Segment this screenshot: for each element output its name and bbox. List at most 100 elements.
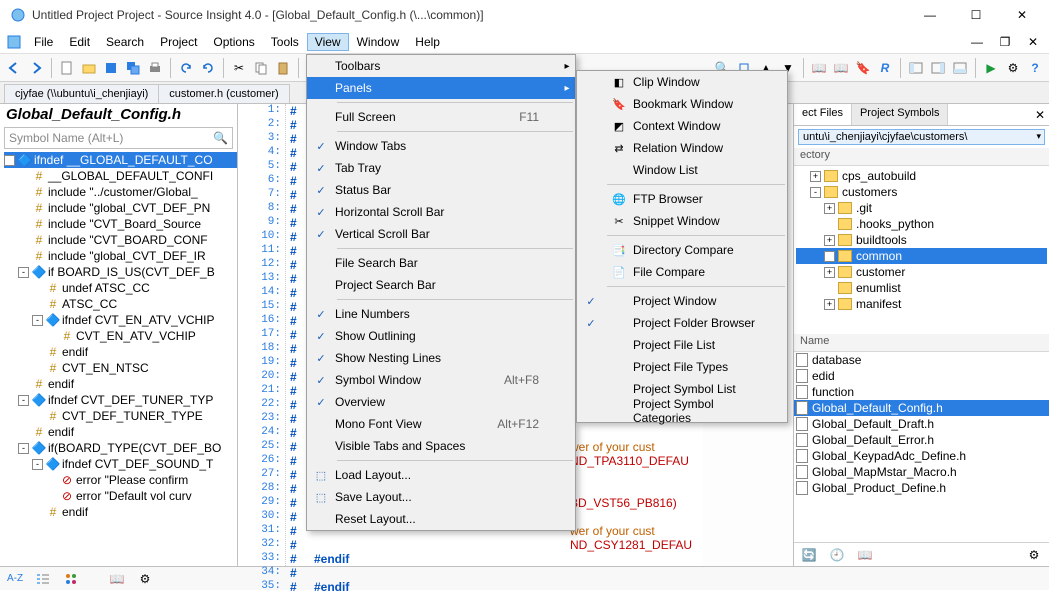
open-file-icon[interactable]: [79, 58, 99, 78]
symbol-tree-item[interactable]: -🔷ifndef CVT_DEF_SOUND_T: [4, 456, 237, 472]
file-name-column-header[interactable]: Name: [794, 334, 1049, 352]
menu-window[interactable]: Window: [349, 33, 408, 51]
tool-relation-icon[interactable]: R: [875, 58, 895, 78]
menu-item[interactable]: ⬚Load Layout...: [307, 464, 575, 486]
file-list-item[interactable]: Global_Product_Define.h: [794, 480, 1049, 496]
tree-toggle-icon[interactable]: -: [32, 315, 43, 326]
gear-icon[interactable]: ⚙: [136, 570, 154, 588]
menu-item[interactable]: Visible Tabs and Spaces: [307, 435, 575, 457]
tab-customer-h[interactable]: customer.h (customer): [158, 84, 289, 103]
paste-icon[interactable]: [273, 58, 293, 78]
file-list-item[interactable]: database: [794, 352, 1049, 368]
symbol-tree-item[interactable]: #undef ATSC_CC: [4, 280, 237, 296]
nav-back-icon[interactable]: [4, 58, 24, 78]
file-list-item[interactable]: Global_KeypadAdc_Define.h: [794, 448, 1049, 464]
menu-item[interactable]: ◩Context Window: [577, 115, 787, 137]
tree-toggle-icon[interactable]: +: [824, 251, 835, 262]
directory-tree-item[interactable]: +manifest: [796, 296, 1047, 312]
menu-item[interactable]: 🔖Bookmark Window: [577, 93, 787, 115]
copy-icon[interactable]: [251, 58, 271, 78]
save-icon[interactable]: [101, 58, 121, 78]
mdi-restore-button[interactable]: ❐: [991, 32, 1019, 52]
symbol-tree-item[interactable]: -🔷if BOARD_IS_US(CVT_DEF_B: [4, 264, 237, 280]
maximize-button[interactable]: ☐: [953, 0, 999, 30]
menu-item[interactable]: ✓Horizontal Scroll Bar: [307, 201, 575, 223]
symbol-tree-item[interactable]: -🔷ifndef CVT_EN_ATV_VCHIP: [4, 312, 237, 328]
tool-help-icon[interactable]: ?: [1025, 58, 1045, 78]
sort-az-button[interactable]: A-Z: [6, 570, 24, 588]
menu-item[interactable]: ⇄Relation Window: [577, 137, 787, 159]
file-list-item[interactable]: Global_MapMstar_Macro.h: [794, 464, 1049, 480]
symbol-tree[interactable]: -🔷ifndef __GLOBAL_DEFAULT_CO#__GLOBAL_DE…: [0, 150, 237, 566]
tree-toggle-icon[interactable]: -: [18, 267, 29, 278]
symbol-tree-item[interactable]: #__GLOBAL_DEFAULT_CONFI: [4, 168, 237, 184]
menu-item[interactable]: 📑Directory Compare: [577, 239, 787, 261]
menu-item[interactable]: 📄File Compare: [577, 261, 787, 283]
project-panel-close-icon[interactable]: ✕: [1031, 104, 1049, 125]
menu-item[interactable]: File Search Bar: [307, 252, 575, 274]
menu-item[interactable]: ✓Symbol WindowAlt+F8: [307, 369, 575, 391]
tool-book-icon[interactable]: 📖: [809, 58, 829, 78]
directory-tree-item[interactable]: -customers: [796, 184, 1047, 200]
symbol-tree-item[interactable]: -🔷ifndef __GLOBAL_DEFAULT_CO: [4, 152, 237, 168]
symbol-tree-item[interactable]: -🔷ifndef CVT_DEF_TUNER_TYP: [4, 392, 237, 408]
menu-tools[interactable]: Tools: [263, 33, 307, 51]
undo-icon[interactable]: [176, 58, 196, 78]
tree-toggle-icon[interactable]: +: [824, 235, 835, 246]
mdi-close-button[interactable]: ✕: [1019, 32, 1047, 52]
menu-options[interactable]: Options: [205, 33, 262, 51]
menu-item[interactable]: ✓Project Window: [577, 290, 787, 312]
symbol-tree-item[interactable]: #CVT_DEF_TUNER_TYPE: [4, 408, 237, 424]
directory-tree-item[interactable]: +customer: [796, 264, 1047, 280]
tool-panel-a-icon[interactable]: [906, 58, 926, 78]
cut-icon[interactable]: ✂: [229, 58, 249, 78]
symbol-tree-item[interactable]: #include "CVT_Board_Source: [4, 216, 237, 232]
menu-file[interactable]: File: [26, 33, 61, 51]
directory-tree-item[interactable]: enumlist: [796, 280, 1047, 296]
menu-item[interactable]: ✓Project Folder Browser: [577, 312, 787, 334]
tree-toggle-icon[interactable]: +: [824, 267, 835, 278]
project-tab-symbols[interactable]: Project Symbols: [852, 104, 948, 125]
menu-item[interactable]: Panels▸: [307, 77, 575, 99]
menu-item[interactable]: Toolbars▸: [307, 55, 575, 77]
symbol-tree-item[interactable]: #include "../customer/Global_: [4, 184, 237, 200]
menu-item[interactable]: ✓Line Numbers: [307, 303, 575, 325]
menu-item[interactable]: ⬚Save Layout...: [307, 486, 575, 508]
book-icon[interactable]: 📖: [856, 546, 874, 564]
menu-item[interactable]: Mono Font ViewAlt+F12: [307, 413, 575, 435]
symbol-tree-item[interactable]: #endif: [4, 344, 237, 360]
menu-item[interactable]: Window List: [577, 159, 787, 181]
project-tab-files[interactable]: ect Files: [794, 104, 852, 125]
symbol-tree-item[interactable]: #include "CVT_BOARD_CONF: [4, 232, 237, 248]
book-view-icon[interactable]: 📖: [108, 570, 126, 588]
nav-forward-icon[interactable]: [26, 58, 46, 78]
minimize-button[interactable]: —: [907, 0, 953, 30]
symbol-tree-item[interactable]: #endif: [4, 376, 237, 392]
menu-item[interactable]: ✓Status Bar: [307, 179, 575, 201]
directory-tree[interactable]: +cps_autobuild-customers+.git.hooks_pyth…: [794, 166, 1049, 334]
tree-toggle-icon[interactable]: -: [810, 187, 821, 198]
tool-panel-b-icon[interactable]: [928, 58, 948, 78]
menu-item[interactable]: Full ScreenF11: [307, 106, 575, 128]
file-list-item[interactable]: function: [794, 384, 1049, 400]
directory-tree-item[interactable]: +cps_autobuild: [796, 168, 1047, 184]
new-file-icon[interactable]: [57, 58, 77, 78]
tool-gear-icon[interactable]: ⚙: [1003, 58, 1023, 78]
tool-bookmark-icon[interactable]: 🔖: [853, 58, 873, 78]
menu-item[interactable]: ◧Clip Window: [577, 71, 787, 93]
menu-item[interactable]: ✂Snippet Window: [577, 210, 787, 232]
symbol-tree-item[interactable]: #CVT_EN_ATV_VCHIP: [4, 328, 237, 344]
menu-item[interactable]: ✓Vertical Scroll Bar: [307, 223, 575, 245]
refresh-icon[interactable]: 🔄: [800, 546, 818, 564]
symbol-tree-item[interactable]: #CVT_EN_NTSC: [4, 360, 237, 376]
directory-tree-item[interactable]: +.git: [796, 200, 1047, 216]
settings-icon[interactable]: ⚙: [1025, 546, 1043, 564]
close-button[interactable]: ✕: [999, 0, 1045, 30]
menu-item[interactable]: ✓Window Tabs: [307, 135, 575, 157]
directory-tree-item[interactable]: +buildtools: [796, 232, 1047, 248]
directory-tree-item[interactable]: .hooks_python: [796, 216, 1047, 232]
menu-item[interactable]: Project File Types: [577, 356, 787, 378]
directory-tree-item[interactable]: +common: [796, 248, 1047, 264]
file-list-item[interactable]: Global_Default_Error.h: [794, 432, 1049, 448]
print-icon[interactable]: [145, 58, 165, 78]
